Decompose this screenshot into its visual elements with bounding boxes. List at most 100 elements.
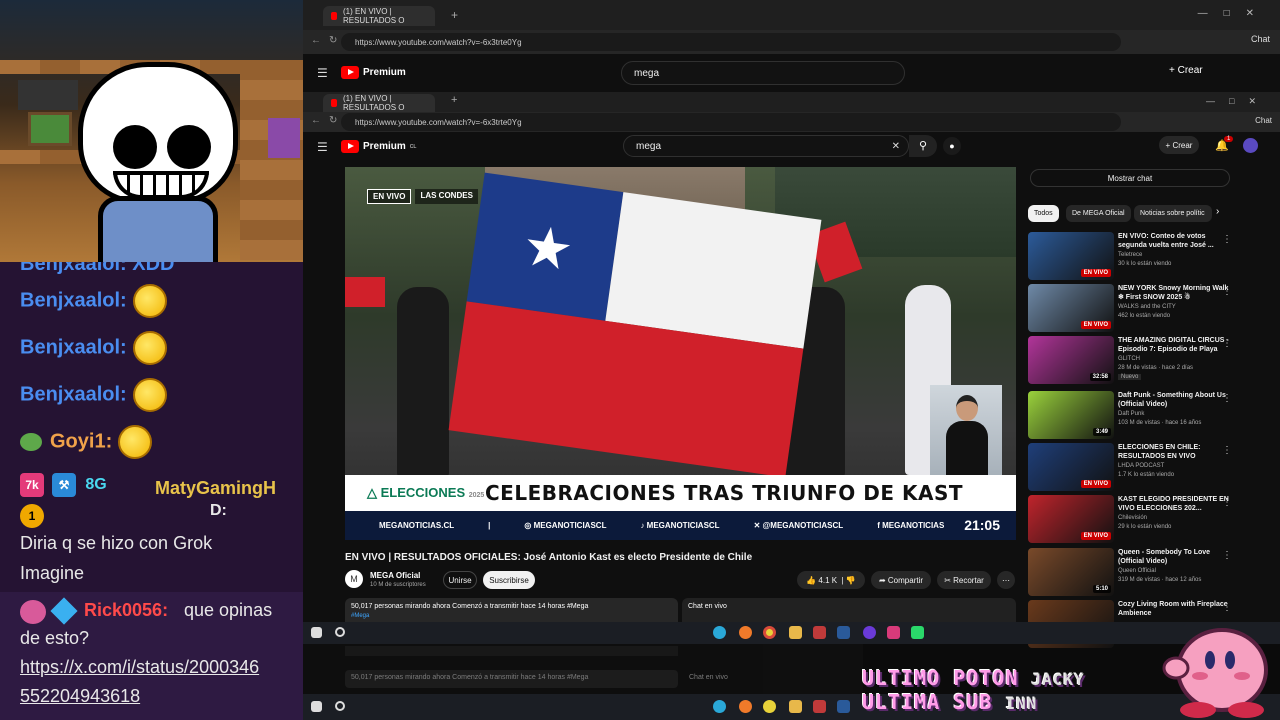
subscribe-button[interactable]: Suscribirse [483, 571, 535, 589]
chip-news[interactable]: Noticias sobre polític [1134, 205, 1212, 222]
hashtag-link[interactable]: #Mega [351, 613, 369, 619]
chat-username[interactable]: MatyGamingH [155, 478, 276, 499]
chat-button[interactable]: Chat [1255, 116, 1272, 125]
chat-username[interactable]: Benjxaalol: [20, 383, 127, 405]
chat-link[interactable]: 552204943618 [20, 686, 140, 707]
search-icon[interactable] [335, 701, 345, 711]
app-icon[interactable] [813, 700, 826, 713]
recommended-title[interactable]: KAST ELEGIDO PRESIDENTE EN VIVO ELECCION… [1118, 495, 1236, 513]
recommended-title[interactable]: EN VIVO: Conteo de votos segunda vuelta … [1118, 232, 1236, 250]
chat-username[interactable]: Benjxaalol: [20, 336, 127, 358]
firefox-icon[interactable] [739, 626, 752, 639]
url-field[interactable]: https://www.youtube.com/watch?v=-6x3trte… [341, 113, 1121, 131]
more-options-icon[interactable]: ⋮ [1222, 393, 1232, 404]
youtube-logo[interactable]: Premium [341, 66, 406, 79]
recommended-channel[interactable]: LHDA PODCAST [1118, 463, 1164, 469]
windows-icon[interactable] [311, 701, 322, 712]
avatar[interactable] [1243, 138, 1258, 153]
obs-icon[interactable] [863, 626, 876, 639]
app-icon[interactable] [813, 626, 826, 639]
search-input[interactable]: mega [621, 61, 905, 85]
video-thumbnail[interactable]: 5:10 [1028, 548, 1114, 596]
create-button[interactable]: + Crear [1159, 136, 1199, 154]
chat-link[interactable]: https://x.com/i/status/2000346 [20, 657, 259, 678]
mic-icon[interactable]: ● [943, 137, 961, 155]
recommended-video[interactable]: EN VIVO EN VIVO: Conteo de votos segunda … [1028, 232, 1258, 282]
clear-search-icon[interactable]: ✕ [892, 141, 900, 152]
window-controls[interactable]: —□✕ [1198, 8, 1270, 19]
menu-icon[interactable]: ☰ [317, 66, 328, 80]
window-controls[interactable]: —□✕ [1206, 96, 1270, 107]
video-thumbnail[interactable]: EN VIVO [1028, 443, 1114, 491]
search-input[interactable]: mega ✕ [623, 135, 909, 157]
more-options-icon[interactable]: ⋮ [1222, 550, 1232, 561]
recommended-video[interactable]: 5:10 Queen - Somebody To Love (Official V… [1028, 548, 1258, 598]
recommended-title[interactable]: Daft Punk - Something About Us (Official… [1118, 391, 1236, 409]
recommended-channel[interactable]: Daft Punk [1118, 411, 1144, 417]
recommended-title[interactable]: Queen - Somebody To Love (Official Video… [1118, 548, 1236, 566]
create-button[interactable]: + Crear [1169, 65, 1203, 76]
recommended-channel[interactable]: Queen Official [1118, 568, 1156, 574]
folder-icon[interactable] [789, 626, 802, 639]
firefox-icon[interactable] [739, 700, 752, 713]
recommended-title[interactable]: ELECCIONES EN CHILE: RESULTADOS EN VIVO [1118, 443, 1236, 461]
chat-username[interactable]: Goyi1: [50, 430, 112, 452]
steam-icon[interactable] [837, 700, 850, 713]
more-options-icon[interactable]: ⋮ [1222, 497, 1232, 508]
edge-icon[interactable] [713, 626, 726, 639]
more-options-icon[interactable]: ⋮ [1222, 286, 1232, 297]
app3-icon[interactable] [911, 626, 924, 639]
chat-username[interactable]: Benjxaalol: [20, 289, 127, 311]
chip-all[interactable]: Todos [1028, 205, 1059, 222]
share-button[interactable]: ➦ Compartir [871, 571, 931, 589]
youtube-logo[interactable]: Premium CL [341, 140, 416, 153]
chat-username[interactable]: Rick0056: [84, 600, 168, 621]
more-options-icon[interactable]: ⋮ [1222, 234, 1232, 245]
recommended-video[interactable]: EN VIVO ELECCIONES EN CHILE: RESULTADOS E… [1028, 443, 1258, 493]
recommended-title[interactable]: NEW YORK Snowy Morning Walk ❄ First SNOW… [1118, 284, 1236, 302]
recommended-channel[interactable]: GLITCH [1118, 356, 1140, 362]
video-thumbnail[interactable]: 3:49 [1028, 391, 1114, 439]
video-description[interactable]: 50,017 personas mirando ahora Comenzó a … [345, 598, 678, 622]
browser-tab[interactable]: (1) EN VIVO | RESULTADOS O [323, 6, 435, 26]
video-player[interactable]: ★ EN VIVO LAS CONDES △ ELECCIONES 2025 C… [345, 167, 1016, 540]
app2-icon[interactable] [887, 626, 900, 639]
video-thumbnail[interactable]: EN VIVO [1028, 284, 1114, 332]
recommended-channel[interactable]: Chilevisión [1118, 515, 1147, 521]
windows-icon[interactable] [311, 627, 322, 638]
more-icon[interactable]: ⋯ [997, 571, 1015, 589]
url-field[interactable]: https://www.youtube.com/watch?v=-6x3trte… [341, 33, 1121, 51]
chrome-icon[interactable] [763, 700, 776, 713]
more-options-icon[interactable]: ⋮ [1222, 445, 1232, 456]
chat-button[interactable]: Chat [1251, 34, 1270, 44]
chip-channel[interactable]: De MEGA Oficial [1066, 205, 1131, 222]
join-button[interactable]: Unirse [443, 571, 477, 589]
recommended-video[interactable]: 32:58 THE AMAZING DIGITAL CIRCUS - Episod… [1028, 336, 1258, 386]
video-thumbnail[interactable]: EN VIVO [1028, 232, 1114, 280]
recommended-video[interactable]: EN VIVO NEW YORK Snowy Morning Walk ❄ Fir… [1028, 284, 1258, 334]
recommended-title[interactable]: THE AMAZING DIGITAL CIRCUS - Episodio 7:… [1118, 336, 1236, 354]
search-icon[interactable]: ⚲ [909, 135, 937, 157]
more-options-icon[interactable]: ⋮ [1222, 338, 1232, 349]
edge-icon[interactable] [713, 700, 726, 713]
like-button[interactable]: 👍 4.1 K | 👎 [797, 571, 865, 589]
folder-icon[interactable] [789, 700, 802, 713]
recommended-channel[interactable]: WALKS and the CITY [1118, 304, 1176, 310]
channel-avatar[interactable]: M [345, 570, 363, 588]
video-thumbnail[interactable]: EN VIVO [1028, 495, 1114, 543]
recommended-video[interactable]: 3:49 Daft Punk - Something About Us (Offi… [1028, 391, 1258, 441]
recommended-channel[interactable]: Teletrece [1118, 252, 1142, 258]
channel-name[interactable]: MEGA Oficial [370, 571, 420, 580]
show-chat-button[interactable]: Mostrar chat [1030, 169, 1230, 187]
menu-icon[interactable]: ☰ [317, 140, 328, 154]
steam-icon[interactable] [837, 626, 850, 639]
chrome-icon[interactable] [763, 626, 776, 639]
search-icon[interactable] [335, 627, 345, 637]
video-thumbnail[interactable]: 32:58 [1028, 336, 1114, 384]
chevron-right-icon[interactable]: › [1216, 206, 1219, 217]
new-tab-button[interactable]: + [451, 94, 457, 106]
browser-tab[interactable]: (1) EN VIVO | RESULTADOS O [323, 94, 435, 112]
clip-button[interactable]: ✂ Recortar [937, 571, 991, 589]
new-tab-button[interactable]: + [451, 8, 458, 22]
recommended-video[interactable]: EN VIVO KAST ELEGIDO PRESIDENTE EN VIVO E… [1028, 495, 1258, 545]
